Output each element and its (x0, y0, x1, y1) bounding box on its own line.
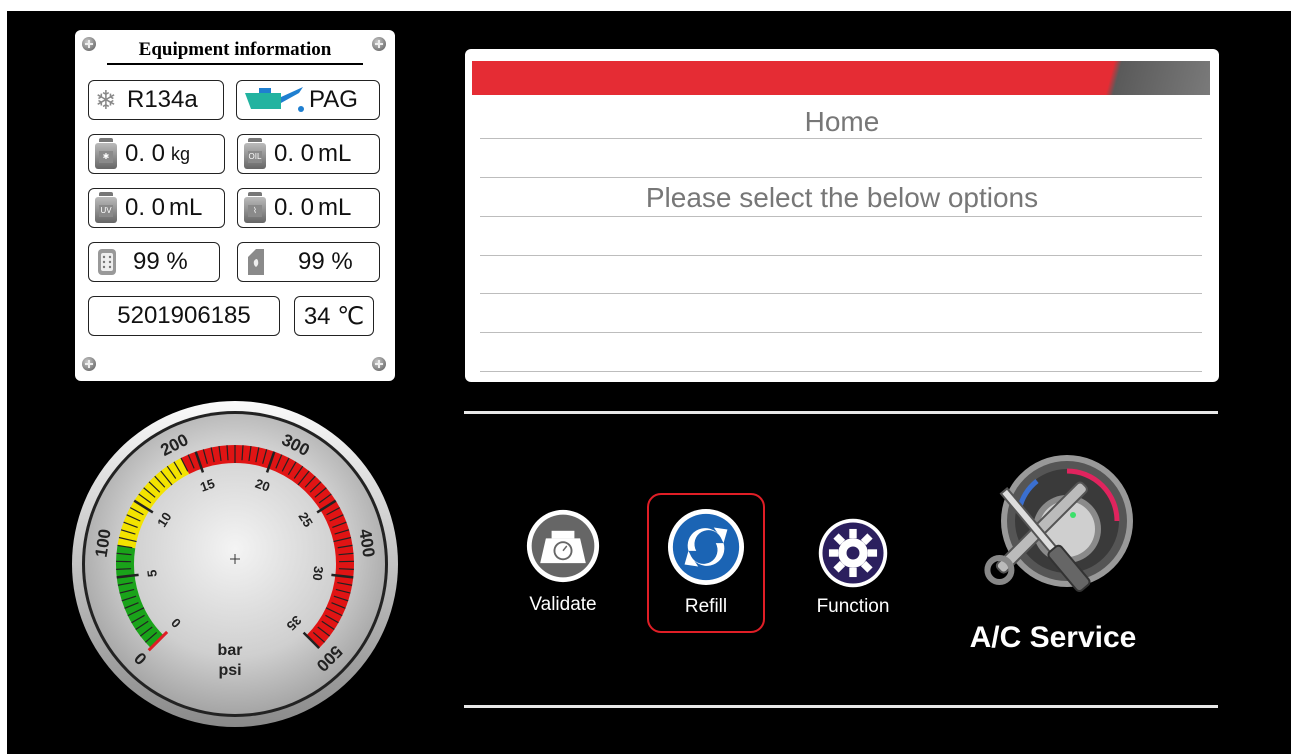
validate-button[interactable]: Validate (513, 508, 613, 616)
message-text: Please select the below options (645, 182, 1039, 213)
oil-tank-icon: OIL (244, 138, 268, 169)
bottom-separator (464, 705, 1218, 708)
screw-icon (372, 357, 386, 371)
uv-unit: mL (169, 194, 203, 221)
message-panel: Home Please select the below options (465, 49, 1219, 382)
msg-line (480, 293, 1202, 294)
uv-icon-label: UV (99, 205, 113, 217)
pressure-gauge: 0100200 300400500051015 20253035 bar psi (72, 401, 398, 727)
msg-line (480, 216, 1202, 217)
filter-icon (98, 249, 116, 275)
oil-amount: 0. 0 (274, 140, 315, 167)
waste-oil-amount: 0. 0 (274, 194, 315, 221)
waste-oil-amount-cell: ⌇ 0. 0 mL (237, 188, 380, 228)
msg-line (480, 177, 1202, 178)
msg-line (480, 255, 1202, 256)
oil-bottle-cell: 99 % (237, 242, 380, 282)
message-title: Home (804, 106, 880, 137)
uv-amount: 0. 0 (125, 194, 166, 221)
function-label: Function (816, 596, 890, 617)
filter-cell: 99 % (88, 242, 220, 282)
gauge-tick (116, 568, 132, 570)
screw-icon (82, 37, 96, 51)
oil-can-icon (245, 87, 304, 112)
ac-service-logo (984, 455, 1133, 593)
refrigerant-unit: kg (171, 143, 191, 164)
refrigerant-tank-icon: ✱ (95, 138, 119, 169)
oil-type-cell: PAG (236, 80, 380, 120)
gauge-unit-psi: psi (218, 662, 241, 679)
gear-icon (818, 518, 888, 588)
top-separator (464, 411, 1218, 414)
snowflake-icon: ❄ (95, 85, 117, 115)
refill-button[interactable]: Refill (656, 508, 756, 618)
serial-cell: 5201906185 (88, 296, 280, 336)
gauge-tick (338, 568, 354, 570)
refrigerant-type-cell: ❄ R134a (88, 80, 224, 120)
main-screen: Equipment information ❄ R134a PAG ✱ 0. 0… (7, 11, 1291, 754)
oil-bottle-icon (248, 249, 264, 275)
oil-unit: mL (318, 140, 352, 167)
oil-amount-cell: OIL 0. 0 mL (237, 134, 380, 174)
msg-line (480, 138, 1202, 139)
oil-icon-label: OIL (248, 151, 262, 163)
refill-label: Refill (684, 596, 728, 617)
refrigerant-amount: 0. 0 (125, 140, 166, 167)
equipment-info-title: Equipment information (107, 39, 363, 65)
temperature-cell: 34 ℃ (294, 296, 374, 336)
message-header-bar (472, 61, 1210, 95)
waste-oil-unit: mL (318, 194, 352, 221)
filter-percent: 99 % (133, 248, 188, 275)
gauge-bar-label: 30 (310, 565, 327, 581)
equipment-info-panel: Equipment information ❄ R134a PAG ✱ 0. 0… (75, 30, 395, 381)
validate-label: Validate (529, 594, 597, 615)
scale-icon (526, 509, 600, 583)
msg-line (480, 332, 1202, 333)
gauge-unit-bar: bar (218, 642, 243, 659)
refrigerant-type: R134a (127, 86, 198, 113)
oil-type: PAG (309, 86, 358, 113)
oil-bottle-percent: 99 % (298, 248, 353, 275)
waste-oil-tank-icon: ⌇ (244, 192, 268, 223)
refresh-icon (667, 508, 745, 586)
msg-line (480, 371, 1202, 372)
screw-icon (82, 357, 96, 371)
temperature: 34 ℃ (303, 302, 365, 330)
screw-icon (372, 37, 386, 51)
uv-amount-cell: UV 0. 0 mL (88, 188, 225, 228)
serial-number: 5201906185 (117, 302, 251, 329)
refrigerant-amount-cell: ✱ 0. 0 kg (88, 134, 225, 174)
function-button[interactable]: Function (803, 516, 903, 618)
ac-service-label: A/C Service (969, 621, 1137, 654)
uv-tank-icon: UV (95, 192, 119, 223)
